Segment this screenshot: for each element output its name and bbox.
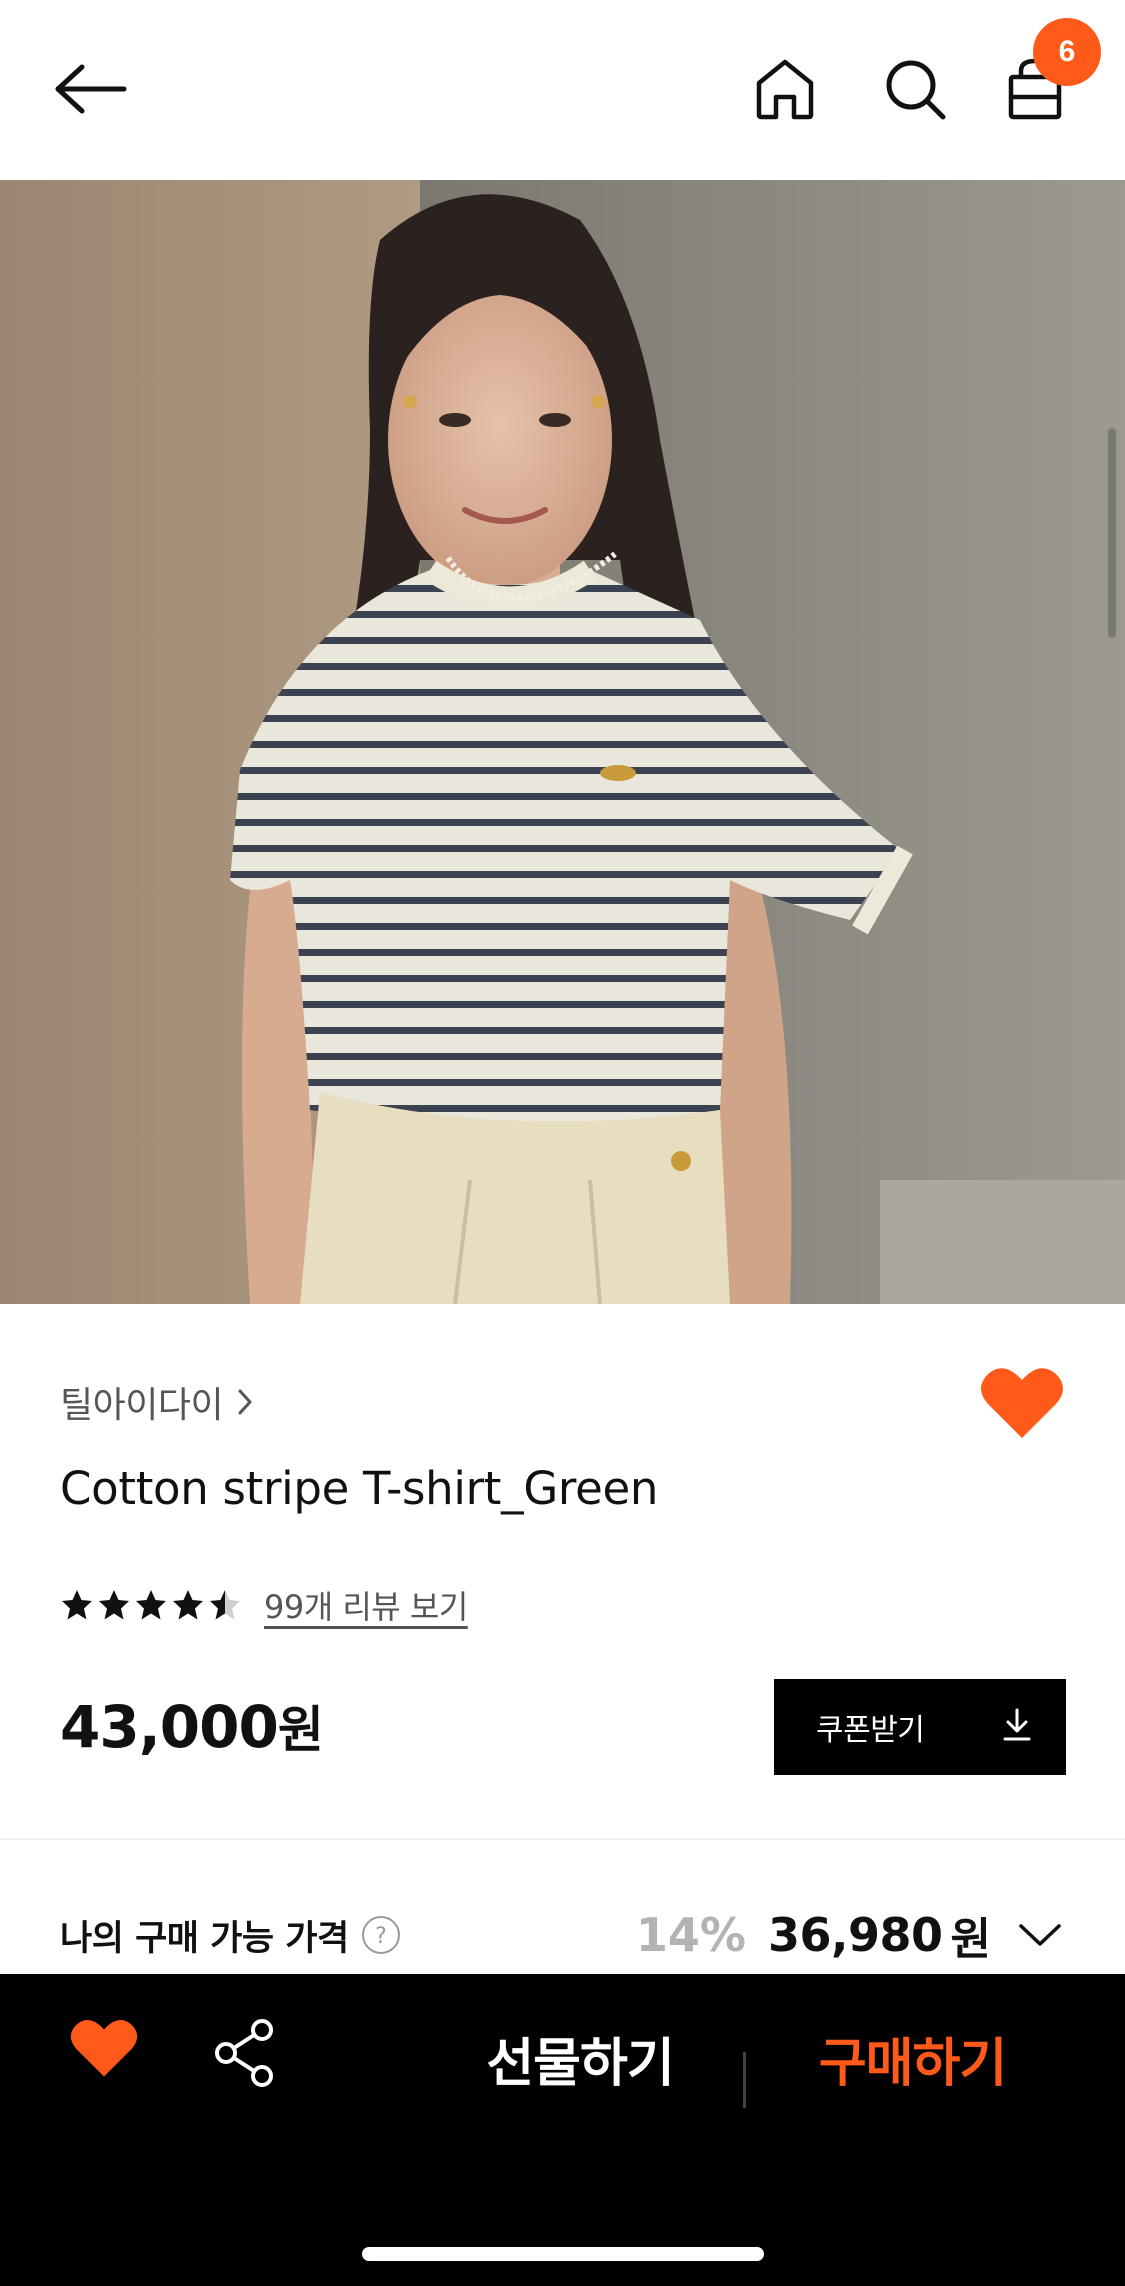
product-detail-page: 6 틸아이다이 Cotton stripe T-shirt_Green 99개 … <box>0 0 1125 2286</box>
star-icon <box>173 1590 203 1620</box>
chevron-down-icon[interactable] <box>1015 1910 1065 1960</box>
discount-rate: 14% <box>635 1908 746 1962</box>
half-star-icon <box>210 1590 240 1620</box>
final-price-unit: 원 <box>950 1914 991 1965</box>
price-value: 43,000 <box>60 1693 279 1761</box>
wishlist-button[interactable] <box>980 1366 1064 1442</box>
bottom-bar-separator <box>743 2052 746 2108</box>
final-price: 36,980 <box>768 1908 943 1962</box>
brand-name: 틸아이다이 <box>60 1385 224 1426</box>
product-title: Cotton stripe T-shirt_Green <box>60 1462 659 1515</box>
arrow-left-icon <box>52 63 128 119</box>
coupon-label: 쿠폰받기 <box>816 1713 925 1748</box>
back-button[interactable] <box>40 46 140 136</box>
home-icon <box>754 57 816 125</box>
star-icon <box>62 1590 92 1620</box>
image-scroll-indicator <box>1108 428 1116 638</box>
bottom-action-bar: 선물하기 구매하기 <box>0 1974 1125 2286</box>
coupon-button[interactable]: 쿠폰받기 <box>774 1679 1066 1775</box>
download-icon <box>1002 1708 1032 1746</box>
rating-row: 99개 리뷰 보기 <box>60 1580 468 1630</box>
share-button[interactable] <box>212 2018 292 2098</box>
question-circle-icon[interactable]: ? <box>361 1915 401 1955</box>
product-image[interactable] <box>0 180 1125 1304</box>
home-button[interactable] <box>740 46 830 136</box>
share-icon <box>212 2019 278 2092</box>
star-icon <box>99 1590 129 1620</box>
star-rating <box>60 1588 242 1622</box>
price-unit: 원 <box>277 1701 324 1759</box>
product-price: 43,000원 <box>60 1690 324 1762</box>
section-divider <box>0 1838 1125 1840</box>
svg-text:?: ? <box>375 1924 387 1949</box>
buy-button[interactable]: 구매하기 <box>800 2010 1025 2106</box>
gift-button[interactable]: 선물하기 <box>470 2010 690 2106</box>
heart-icon <box>980 1368 1064 1446</box>
available-price-values: 14% 36,980 원 <box>636 1903 1065 1967</box>
search-button[interactable] <box>870 46 960 136</box>
star-icon <box>136 1590 166 1620</box>
review-link[interactable]: 99개 리뷰 보기 <box>264 1582 468 1628</box>
search-icon <box>883 57 947 125</box>
cart-count-badge: 6 <box>1033 18 1101 86</box>
brand-link[interactable]: 틸아이다이 <box>60 1372 253 1432</box>
available-price-label: 나의 구매 가능 가격 <box>60 1918 349 1959</box>
bottom-wishlist-button[interactable] <box>70 2018 150 2098</box>
top-navigation-bar: 6 <box>0 0 1125 180</box>
home-indicator[interactable] <box>362 2247 764 2261</box>
heart-icon <box>70 2020 138 2084</box>
model-photo <box>0 180 1125 1304</box>
chevron-right-icon <box>237 1388 253 1416</box>
available-price-row[interactable]: 나의 구매 가능 가격 ? 14% 36,980 원 <box>60 1900 1065 1970</box>
